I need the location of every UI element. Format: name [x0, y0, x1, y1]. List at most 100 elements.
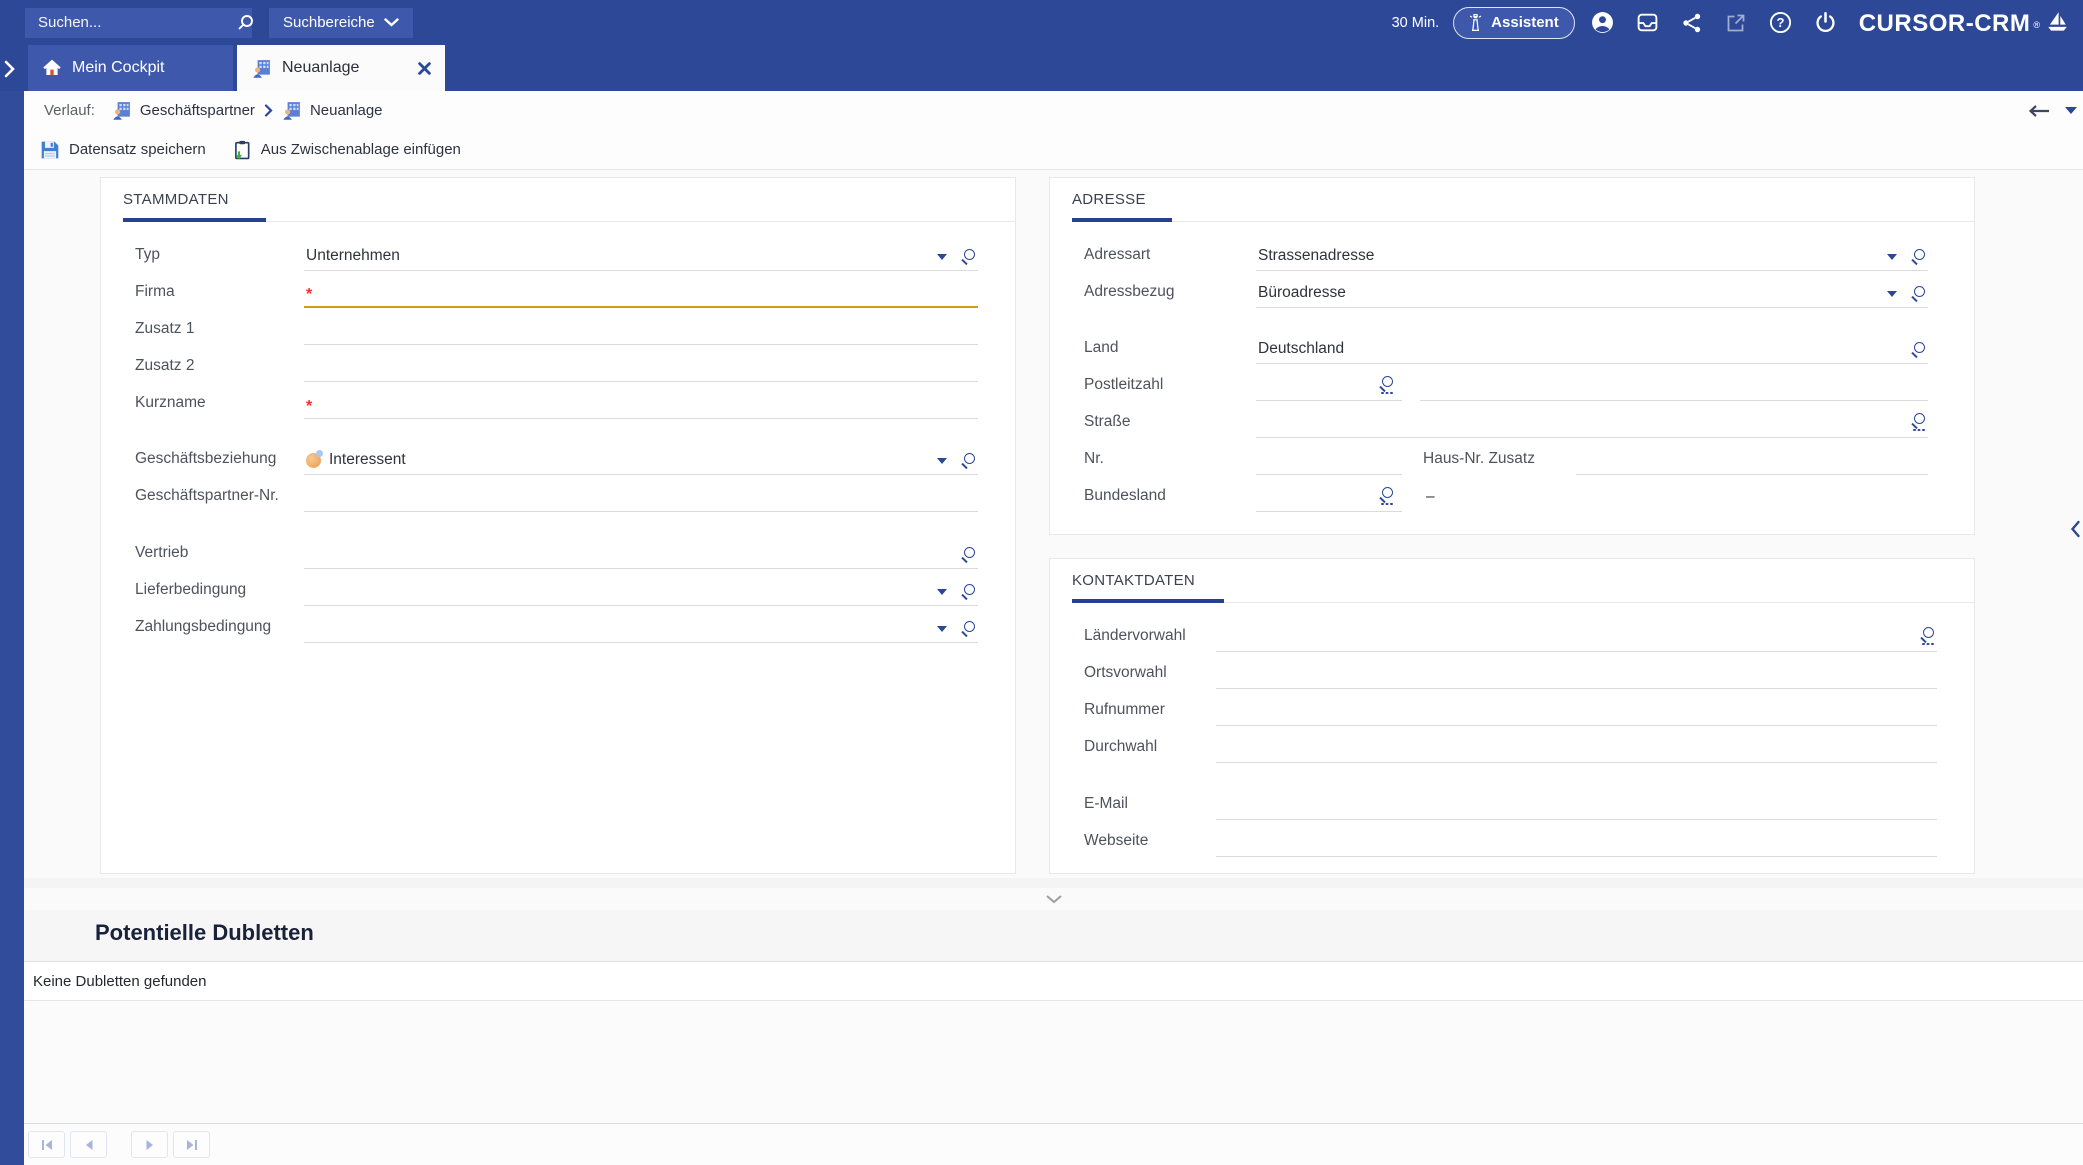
field-row-durchwahl: Durchwahl — [1084, 726, 1937, 763]
lookup-icon[interactable] — [960, 621, 976, 637]
tab-close-icon[interactable] — [418, 61, 431, 75]
sidebar-expand-icon[interactable] — [3, 58, 23, 80]
lookup-autocomplete-icon[interactable] — [1919, 626, 1935, 647]
lookup-icon[interactable] — [960, 584, 976, 600]
lieferbedingung-input[interactable] — [304, 575, 978, 606]
history-back-icon[interactable] — [2027, 104, 2051, 118]
search-icon[interactable] — [237, 14, 254, 31]
business-partner-icon — [282, 101, 301, 120]
hausnr-input[interactable] — [1256, 444, 1402, 475]
dropdown-arrow-icon[interactable] — [1887, 291, 1897, 297]
global-search[interactable] — [25, 7, 254, 38]
dropdown-arrow-icon[interactable] — [1887, 254, 1897, 260]
first-page-button[interactable] — [28, 1131, 65, 1158]
splitter[interactable] — [24, 888, 2083, 910]
tab-neuanlage[interactable]: Neuanlage — [237, 45, 445, 91]
save-record-button[interactable]: Datensatz speichern — [40, 140, 206, 160]
share-icon[interactable] — [1681, 12, 1703, 34]
zahlungsbedingung-input[interactable] — [304, 612, 978, 643]
laendervorwahl-input[interactable] — [1216, 621, 1937, 652]
field-value: Deutschland — [1258, 340, 1345, 357]
search-scope-label: Suchbereiche — [283, 14, 375, 31]
typ-input[interactable]: Unternehmen — [304, 240, 978, 271]
previous-page-button[interactable] — [70, 1131, 107, 1158]
business-partner-icon — [112, 101, 131, 120]
section-adresse: ADRESSE Adressart Strassenadresse Adress… — [1049, 177, 1975, 535]
section-underline — [123, 218, 1015, 222]
postleitzahl-input[interactable] — [1256, 370, 1402, 401]
lighthouse-icon — [1469, 13, 1482, 32]
field-label: Firma — [135, 283, 175, 300]
right-panel-collapse-icon[interactable] — [2070, 520, 2081, 538]
tab-mein-cockpit[interactable]: Mein Cockpit — [28, 45, 233, 91]
webseite-input[interactable] — [1216, 826, 1937, 857]
splitter-chevron-icon — [1045, 895, 1062, 904]
lookup-icon[interactable] — [960, 547, 976, 563]
logout-power-icon[interactable] — [1814, 11, 1837, 34]
kurzname-input[interactable]: * — [304, 388, 978, 419]
adressbezug-input[interactable]: Büroadresse — [1256, 277, 1928, 308]
form-area: STAMMDATEN Typ Unternehmen Firma * Zusat… — [24, 170, 2083, 878]
help-icon[interactable]: ? — [1769, 11, 1792, 34]
field-row-geschaeftsbeziehung: Geschäftsbeziehung Interessent — [135, 438, 978, 475]
breadcrumb-item-geschaeftspartner[interactable]: Geschäftspartner — [112, 101, 255, 120]
vertrieb-input[interactable] — [304, 538, 978, 569]
field-row-postleitzahl: Postleitzahl — [1084, 364, 1928, 401]
dropdown-arrow-icon[interactable] — [937, 458, 947, 464]
dropdown-arrow-icon[interactable] — [937, 626, 947, 632]
section-header: ADRESSE — [1050, 178, 1974, 222]
geschaeftsbeziehung-input[interactable]: Interessent — [304, 444, 978, 475]
hausnr-zusatz-input[interactable] — [1576, 444, 1928, 475]
field-row-vertrieb: Vertrieb — [135, 532, 978, 569]
bundesland-dash: – — [1426, 488, 1435, 505]
ort-input[interactable] — [1420, 370, 1928, 401]
lookup-autocomplete-icon[interactable] — [1378, 486, 1394, 507]
search-scope-button[interactable]: Suchbereiche — [269, 7, 413, 38]
lookup-icon[interactable] — [1910, 249, 1926, 265]
durchwahl-input[interactable] — [1216, 732, 1937, 763]
last-page-button[interactable] — [173, 1131, 210, 1158]
external-link-icon[interactable] — [1725, 12, 1747, 34]
rufnummer-input[interactable] — [1216, 695, 1937, 726]
assistant-label: Assistent — [1491, 14, 1559, 31]
field-row-lieferbedingung: Lieferbedingung — [135, 569, 978, 606]
field-row-zahlungsbedingung: Zahlungsbedingung — [135, 606, 978, 643]
lookup-autocomplete-icon[interactable] — [1378, 375, 1394, 396]
lookup-autocomplete-icon[interactable] — [1910, 412, 1926, 433]
firma-input[interactable]: * — [304, 277, 978, 308]
ortsvorwahl-input[interactable] — [1216, 658, 1937, 689]
lookup-icon[interactable] — [960, 249, 976, 265]
field-value: Strassenadresse — [1258, 247, 1375, 264]
field-row-geschaeftspartner-nr: Geschäftspartner-Nr. — [135, 475, 978, 512]
zusatz1-input[interactable] — [304, 314, 978, 345]
next-page-button[interactable] — [131, 1131, 168, 1158]
dropdown-arrow-icon[interactable] — [937, 589, 947, 595]
collapsed-sidebar[interactable] — [0, 91, 24, 1165]
account-icon[interactable] — [1591, 11, 1614, 34]
field-row-adressbezug: Adressbezug Büroadresse — [1084, 271, 1928, 308]
paste-clipboard-button[interactable]: Aus Zwischenablage einfügen — [232, 140, 461, 160]
inbox-icon[interactable] — [1636, 11, 1659, 34]
save-record-label: Datensatz speichern — [69, 141, 206, 158]
paste-clipboard-label: Aus Zwischenablage einfügen — [260, 141, 461, 158]
dubletten-empty-row: Keine Dubletten gefunden — [24, 961, 2083, 1001]
lookup-icon[interactable] — [960, 453, 976, 469]
breadcrumb-prefix: Verlauf: — [44, 102, 95, 119]
search-input[interactable] — [25, 14, 237, 31]
dubletten-empty-message: Keine Dubletten gefunden — [33, 972, 207, 990]
strasse-input[interactable] — [1256, 407, 1928, 438]
lookup-icon[interactable] — [1910, 342, 1926, 358]
field-label: Zusatz 1 — [135, 320, 195, 337]
field-row-strasse: Straße — [1084, 401, 1928, 438]
adressart-input[interactable]: Strassenadresse — [1256, 240, 1928, 271]
lookup-icon[interactable] — [1910, 286, 1926, 302]
land-input[interactable]: Deutschland — [1256, 333, 1928, 364]
geschaeftspartner-nr-input[interactable] — [304, 481, 978, 512]
zusatz2-input[interactable] — [304, 351, 978, 382]
dropdown-arrow-icon[interactable] — [937, 254, 947, 260]
breadcrumb-item-neuanlage[interactable]: Neuanlage — [282, 101, 383, 120]
bundesland-input[interactable] — [1256, 481, 1402, 512]
assistant-button[interactable]: Assistent — [1453, 6, 1575, 39]
email-input[interactable] — [1216, 789, 1937, 820]
history-dropdown-icon[interactable] — [2065, 107, 2077, 114]
